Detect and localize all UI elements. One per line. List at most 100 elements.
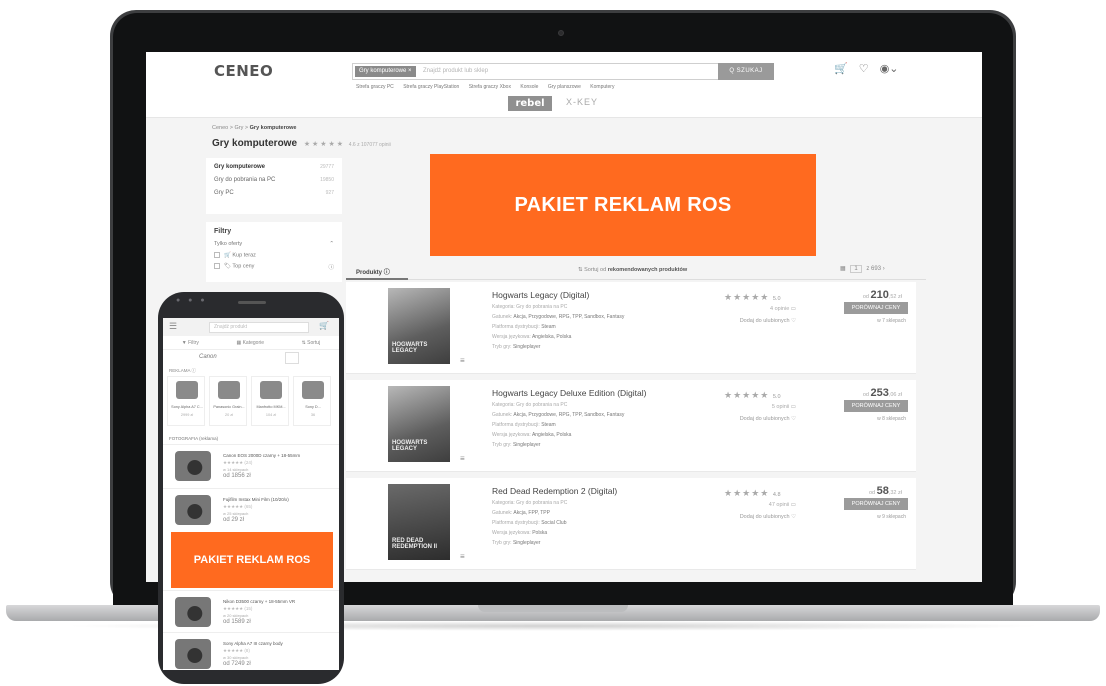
cover-title: HOGWARTS LEGACY (392, 342, 428, 354)
partner-logo-rebel[interactable]: rebel (508, 96, 552, 111)
quick-link[interactable]: Strefa graczy PC (356, 84, 394, 90)
list-item[interactable]: Canon EOS 2000D czarny + 18-55mm ★★★★★ (… (163, 444, 339, 488)
compare-prices-button[interactable]: PORÓWNAJ CENY (844, 498, 908, 510)
product-name[interactable]: Hogwarts Legacy Deluxe Edition (Digital) (492, 388, 647, 398)
product-mode: Tryb gry: Singleplayer (492, 342, 624, 352)
product-image[interactable]: HOGWARTS LEGACY (388, 386, 450, 462)
breadcrumb-home[interactable]: Ceneo (212, 125, 228, 131)
item-name: Fujifilm Instax Mini Film (10/20/x) (223, 497, 289, 502)
tab-products[interactable]: Produkty ⓘ (356, 267, 390, 276)
list-item[interactable]: Sony Alpha A7 III czarny body ★★★★★ (8) … (163, 632, 339, 670)
rating-score: 5.0 (772, 296, 781, 302)
spec-label: Platforma dystrybucji: (492, 324, 540, 330)
product-image[interactable]: HOGWARTS LEGACY (388, 288, 450, 364)
product-row[interactable]: RED DEAD REDEMPTION II ≡ Red Dead Redemp… (346, 478, 916, 570)
item-rating: ★★★★★ (15) (223, 606, 253, 611)
search-category-chip[interactable]: Gry komputerowe × (355, 66, 416, 77)
opinions-link[interactable]: 4 opinie ▭ (726, 306, 796, 312)
opinions-link[interactable]: 47 opinii ▭ (726, 502, 796, 508)
spec-value: Akcja, Przygodowe, RPG, TPP, Sandbox, Fa… (513, 314, 625, 320)
quick-link[interactable]: Gry planszowe (548, 84, 581, 90)
carousel-card[interactable]: Sony D... 36 (293, 376, 331, 426)
price-prefix: od (862, 392, 869, 398)
category-item[interactable]: Gry PC 927 (214, 190, 334, 196)
menu-icon[interactable]: ≡ (460, 454, 465, 463)
price-main: 253 (870, 387, 889, 399)
quick-link[interactable]: Strefa graczy PlayStation (403, 84, 459, 90)
filter-group-toggle[interactable]: Tylko oferty ⌃ (214, 241, 334, 247)
sort-dropdown[interactable]: ⇅ Sortuj od rekomendowanych produktów (578, 267, 687, 273)
rating-stars: ★ ★ ★ ★ ★ (303, 141, 343, 148)
chevron-up-icon: ⌃ (329, 241, 334, 247)
carousel-card[interactable]: Manfrotto MKM... 104 zł (251, 376, 289, 426)
partner-logo-xkey[interactable]: X-KEY (566, 97, 598, 107)
filters-title: Filtry (214, 228, 232, 235)
add-to-favorites[interactable]: Dodaj do ulubionych ♡ (716, 318, 796, 324)
category-count: 927 (325, 190, 334, 196)
add-to-favorites[interactable]: Dodaj do ulubionych ♡ (716, 416, 796, 422)
product-name[interactable]: Hogwarts Legacy (Digital) (492, 290, 589, 300)
cart-icon[interactable]: 🛒 (319, 321, 329, 330)
search-input[interactable]: Gry komputerowe × Znajdź produkt lub skl… (352, 63, 720, 80)
list-item[interactable]: Fujifilm Instax Mini Film (10/20/x) ★★★★… (163, 488, 339, 532)
phone-search-input[interactable]: Znajdź produkt (209, 322, 309, 333)
quick-link[interactable]: Strefa graczy Xbox (469, 84, 511, 90)
checkbox[interactable] (214, 252, 220, 258)
product-language: Wersja językowa: Angielska, Polska (492, 332, 624, 342)
compare-prices-button[interactable]: PORÓWNAJ CENY (844, 302, 908, 314)
ceneo-logo[interactable]: CENEO (214, 62, 273, 80)
spec-value: Singleplayer (512, 540, 541, 546)
shops-count: w 7 sklepach (877, 318, 906, 324)
page-input[interactable]: 1 (850, 265, 862, 273)
list-toolbar: Produkty ⓘ ⇅ Sortuj od rekomendowanych p… (346, 262, 926, 280)
chevron-right-icon[interactable]: › (883, 266, 885, 272)
heart-icon[interactable]: ♡ (859, 63, 869, 75)
add-to-favorites[interactable]: Dodaj do ulubionych ♡ (716, 514, 796, 520)
phone-screen: ☰ Znajdź produkt 🛒 ▼ Filtry ▦ Kategorie … (163, 318, 339, 670)
price-prefix: od (862, 294, 869, 300)
filter-option-buy-now[interactable]: 🛒 Kup teraz (214, 252, 334, 258)
info-icon[interactable]: ⓘ (328, 263, 334, 271)
opinions-count: 5 opinii (771, 404, 790, 410)
tab-underline (346, 278, 408, 280)
breadcrumb-level[interactable]: Gry (235, 125, 244, 131)
checkbox[interactable] (214, 263, 220, 270)
page-title: Gry komputerowe ★ ★ ★ ★ ★ 4.6 z 107077 o… (212, 138, 391, 149)
menu-icon[interactable]: ≡ (460, 552, 465, 561)
ad-banner[interactable]: PAKIET REKLAM ROS (171, 532, 333, 588)
product-row[interactable]: HOGWARTS LEGACY ≡ Hogwarts Legacy (Digit… (346, 282, 916, 374)
star-icons: ★★★★★ (724, 390, 770, 400)
opinions-link[interactable]: 5 opinii ▭ (726, 404, 796, 410)
product-rating: ★★★★★ 5.0 (724, 292, 781, 303)
product-name[interactable]: Red Dead Redemption 2 (Digital) (492, 486, 617, 496)
filter-option-top-prices[interactable]: 🏷 Top ceny ⓘ (214, 263, 334, 271)
quick-link[interactable]: Konsole (520, 84, 538, 90)
user-avatar-icon[interactable]: ◉⌄ (880, 63, 899, 75)
menu-icon[interactable]: ≡ (460, 356, 465, 365)
categories-button[interactable]: ▦ Kategorie (236, 336, 264, 349)
product-image[interactable]: RED DEAD REDEMPTION II (388, 484, 450, 560)
brand-logo-box[interactable] (285, 352, 299, 364)
quick-link[interactable]: Komputery (590, 84, 614, 90)
laptop-notch (478, 605, 628, 612)
compare-prices-button[interactable]: PORÓWNAJ CENY (844, 400, 908, 412)
brand-logo[interactable]: Canon (199, 354, 217, 360)
list-item[interactable]: Nikon D3500 czarny + 18-55mm VR ★★★★★ (1… (163, 590, 339, 634)
category-item[interactable]: Gry do pobrania na PC 19850 (214, 177, 334, 183)
cart-icon[interactable]: 🛒 (834, 63, 848, 75)
sort-button[interactable]: ⇅ Sortuj (302, 336, 321, 349)
spec-value: Angielska, Polska (531, 432, 572, 438)
hamburger-menu-icon[interactable]: ☰ (169, 321, 177, 332)
category-item[interactable]: Gry komputerowe 29777 (214, 164, 334, 170)
grid-view-icon[interactable]: ▦ (840, 266, 846, 272)
search-button[interactable]: Q SZUKAJ (718, 63, 774, 80)
carousel-card[interactable]: Sony Alpha A7 C... 2999 zł (167, 376, 205, 426)
filter-button[interactable]: ▼ Filtry (182, 336, 199, 349)
ad-banner[interactable]: PAKIET REKLAM ROS (430, 154, 816, 256)
spec-value: Singleplayer (512, 344, 541, 350)
fav-label: Dodaj do ulubionych (739, 514, 790, 520)
product-row[interactable]: HOGWARTS LEGACY ≡ Hogwarts Legacy Deluxe… (346, 380, 916, 472)
carousel-card[interactable]: Panasonic Grain... 20 zł (209, 376, 247, 426)
card-title: Sony D... (305, 405, 321, 409)
category-list: Gry komputerowe 29777 Gry do pobrania na … (206, 158, 342, 214)
